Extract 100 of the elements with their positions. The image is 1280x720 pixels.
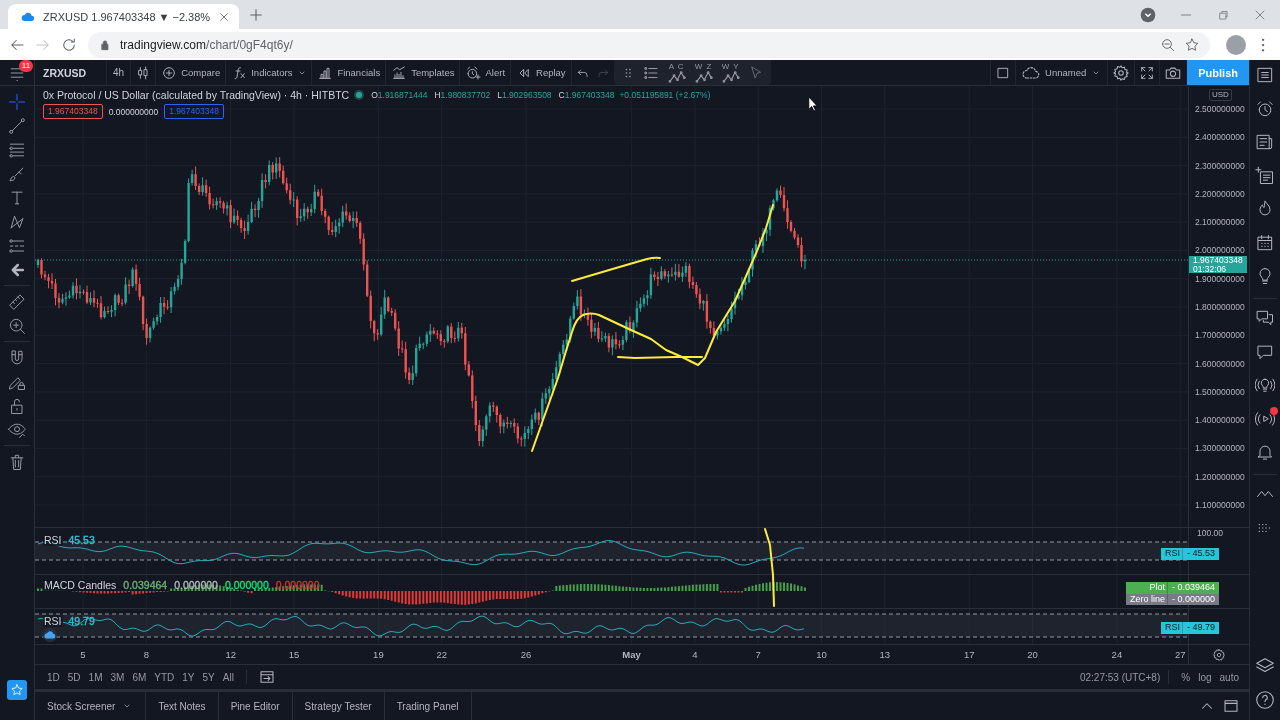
browser-tab[interactable]: ZRXUSD 1.967403348 ▼ −2.38% bbox=[8, 4, 240, 29]
alert-button[interactable]: Alert bbox=[461, 60, 510, 85]
lock-icon bbox=[98, 37, 112, 52]
range-button[interactable]: 1Y bbox=[178, 669, 199, 685]
range-button[interactable]: 1D bbox=[43, 669, 64, 685]
avatar-icon[interactable] bbox=[1226, 34, 1246, 55]
price-label: 1.200000000 bbox=[1195, 471, 1245, 482]
market-status-icon bbox=[354, 90, 365, 100]
indicator-value: 0.000000 bbox=[173, 579, 219, 591]
panel-tab[interactable]: Pine Editor bbox=[218, 692, 293, 720]
price-label: 1.500000000 bbox=[1195, 386, 1245, 397]
spread-value: 0.000000000 bbox=[107, 106, 160, 117]
countdown-timer: 01:32:06 bbox=[1193, 264, 1228, 273]
chart-template-icon bbox=[391, 64, 408, 81]
date-label: 8 bbox=[143, 649, 149, 660]
tab-title: ZRXUSD 1.967403348 ▼ −2.38% bbox=[43, 10, 211, 23]
chevron-circle-icon[interactable] bbox=[1140, 6, 1156, 23]
range-button[interactable]: 6M bbox=[128, 669, 151, 685]
tag-value: - 0.000000 bbox=[1171, 593, 1215, 605]
range-button[interactable]: 3M bbox=[106, 669, 129, 685]
cloud-icon[interactable] bbox=[43, 628, 57, 642]
freehand-stroke[interactable] bbox=[617, 356, 703, 359]
price-label: 1.900000000 bbox=[1195, 273, 1245, 284]
indicator-value: 0.000000 bbox=[274, 579, 321, 591]
date-range-icon[interactable] bbox=[257, 668, 276, 686]
range-button[interactable]: All bbox=[218, 669, 238, 685]
reload-icon[interactable] bbox=[60, 35, 78, 54]
range-button[interactable]: 5Y bbox=[198, 669, 219, 685]
ohlc-reading: O1.916871444 bbox=[371, 90, 428, 100]
date-label: 19 bbox=[373, 649, 384, 660]
financials-button[interactable]: Financials bbox=[313, 60, 385, 85]
panel-tab[interactable]: Stock Screener bbox=[35, 692, 147, 720]
calendar-icon[interactable] bbox=[1255, 232, 1275, 253]
price-label: 1.700000000 bbox=[1195, 330, 1245, 341]
fullscreen-icon[interactable] bbox=[1139, 64, 1156, 81]
sell-price-button[interactable]: 1.967403348 bbox=[43, 104, 103, 119]
replay-button[interactable]: Replay bbox=[512, 60, 570, 85]
layout-name-button[interactable]: Unnamed bbox=[1017, 60, 1107, 85]
trend-line-icon[interactable] bbox=[7, 116, 27, 136]
favorites-button[interactable] bbox=[7, 680, 27, 700]
star-icon[interactable] bbox=[1184, 36, 1200, 53]
zoom-in-icon[interactable] bbox=[7, 316, 27, 336]
currency-tag[interactable]: USD bbox=[1209, 89, 1232, 101]
indicator-name: RSI bbox=[43, 534, 63, 546]
templates-button[interactable]: Templates bbox=[387, 60, 459, 85]
star-icon bbox=[10, 683, 24, 697]
interval-button[interactable]: 4h bbox=[108, 60, 130, 85]
zoom-out-icon[interactable] bbox=[1160, 36, 1176, 53]
ruler-icon[interactable] bbox=[7, 292, 27, 312]
compare-button[interactable]: Compare bbox=[157, 60, 225, 85]
list-icon[interactable] bbox=[1255, 65, 1275, 85]
date-label: 17 bbox=[963, 649, 975, 660]
freehand-stroke[interactable] bbox=[531, 204, 774, 452]
maximize-icon[interactable] bbox=[1222, 697, 1240, 715]
range-button[interactable]: 5D bbox=[63, 669, 85, 685]
date-label: 26 bbox=[520, 649, 532, 660]
panel-tab[interactable]: Text Notes bbox=[146, 692, 219, 720]
price-label: 1.300000000 bbox=[1195, 443, 1245, 454]
symbol-title: 0x Protocol / US Dollar (calculated by TradingView) · 4h · HITBTC bbox=[43, 89, 350, 101]
newspaper-icon[interactable] bbox=[1255, 132, 1275, 152]
scale-label: 100.00 bbox=[1197, 529, 1223, 537]
date-label: 24 bbox=[1111, 649, 1123, 660]
panel-tab[interactable]: Strategy Tester bbox=[292, 692, 385, 720]
date-label: 27 bbox=[1174, 649, 1186, 660]
date-label: May bbox=[622, 649, 641, 660]
price-label: 2.200000000 bbox=[1195, 188, 1245, 199]
range-button[interactable]: 1M bbox=[84, 669, 107, 685]
zigzag-icon bbox=[720, 70, 741, 83]
price-label: 2.400000000 bbox=[1195, 132, 1245, 143]
alarm-clock-plus-icon bbox=[465, 64, 482, 81]
price-label: 2.300000000 bbox=[1195, 160, 1245, 171]
date-label: 13 bbox=[879, 649, 891, 660]
indicator-name: MACD Candles bbox=[43, 579, 118, 591]
settings-icon[interactable] bbox=[1212, 647, 1226, 662]
symbol-button[interactable]: ZRXUSD bbox=[35, 60, 106, 85]
list-plus-icon[interactable] bbox=[1255, 165, 1275, 186]
buy-price-button[interactable]: 1.967403348 bbox=[164, 104, 224, 119]
scale-option-button[interactable]: % bbox=[1177, 669, 1195, 685]
scale-option-button[interactable]: auto bbox=[1215, 669, 1243, 685]
date-label: 10 bbox=[816, 649, 827, 660]
scale-option-button[interactable]: log bbox=[1194, 669, 1216, 685]
mouse-pointer-icon bbox=[808, 96, 818, 112]
freehand-stroke[interactable] bbox=[571, 256, 661, 282]
help-icon[interactable] bbox=[1254, 689, 1276, 711]
price-label: 1.400000000 bbox=[1195, 415, 1245, 426]
pattern-tool-button[interactable]: W Z bbox=[693, 60, 714, 85]
pattern-tool-button[interactable]: W Y bbox=[720, 60, 741, 85]
alarm-clock-icon[interactable] bbox=[1255, 98, 1275, 119]
date-label: 15 bbox=[288, 649, 300, 660]
chat-bubbles-icon[interactable] bbox=[1255, 308, 1275, 328]
panel-tab[interactable]: Trading Panel bbox=[384, 692, 472, 720]
ohlc-reading: H1.980837702 bbox=[434, 90, 491, 100]
tag-name: Plot bbox=[1149, 582, 1168, 594]
settings-icon[interactable] bbox=[1112, 63, 1131, 82]
indicators-button[interactable]: Indicators bbox=[227, 60, 297, 85]
address-field[interactable]: tradingview.com/chart/0gF4qt6y/ bbox=[88, 31, 1210, 58]
range-button[interactable]: YTD bbox=[150, 669, 179, 685]
pattern-tool-button[interactable]: A C bbox=[666, 60, 687, 85]
date-label: 20 bbox=[1027, 649, 1038, 660]
tag-name: RSI bbox=[1164, 548, 1183, 560]
